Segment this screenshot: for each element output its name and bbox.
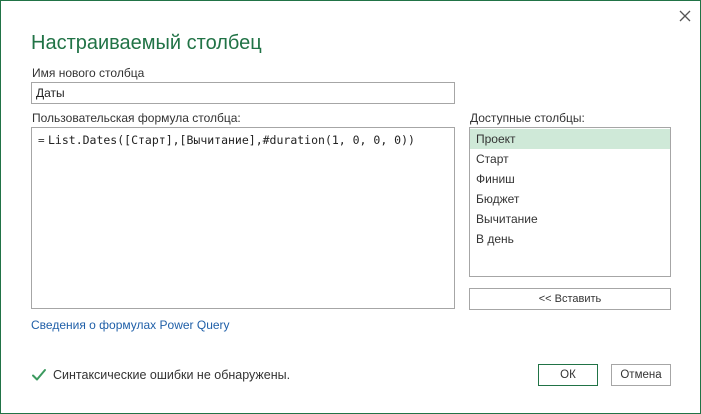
syntax-status: Синтаксические ошибки не обнаружены. (31, 367, 290, 383)
syntax-status-text: Синтаксические ошибки не обнаружены. (53, 368, 291, 382)
available-column-item[interactable]: Проект (470, 129, 670, 149)
close-button[interactable] (673, 5, 697, 27)
column-name-input[interactable] (31, 82, 455, 104)
available-column-item[interactable]: Финиш (470, 169, 670, 189)
formula-label: Пользовательская формула столбца: (32, 111, 241, 125)
dialog-title: Настраиваемый столбец (31, 32, 262, 54)
available-column-item[interactable]: Бюджет (470, 189, 670, 209)
cancel-button[interactable]: Отмена (611, 364, 671, 386)
formula-editor[interactable]: = List.Dates([Старт],[Вычитание],#durati… (31, 127, 455, 309)
custom-column-dialog: Настраиваемый столбец Имя нового столбца… (0, 0, 701, 414)
column-name-label: Имя нового столбца (32, 66, 145, 80)
power-query-formulas-link[interactable]: Сведения о формулах Power Query (31, 318, 230, 332)
available-columns-label: Доступные столбцы: (470, 111, 585, 125)
formula-equals-sign: = (38, 134, 45, 147)
formula-text[interactable]: List.Dates([Старт],[Вычитание],#duration… (48, 133, 415, 147)
available-column-item[interactable]: Старт (470, 149, 670, 169)
close-icon (679, 10, 691, 22)
checkmark-icon (32, 369, 46, 381)
ok-button[interactable]: ОК (538, 364, 598, 386)
available-columns-list[interactable]: Проект Старт Финиш Бюджет Вычитание В день (469, 127, 671, 277)
insert-button[interactable]: << Вставить (469, 288, 671, 310)
available-column-item[interactable]: В день (470, 229, 670, 249)
available-column-item[interactable]: Вычитание (470, 209, 670, 229)
